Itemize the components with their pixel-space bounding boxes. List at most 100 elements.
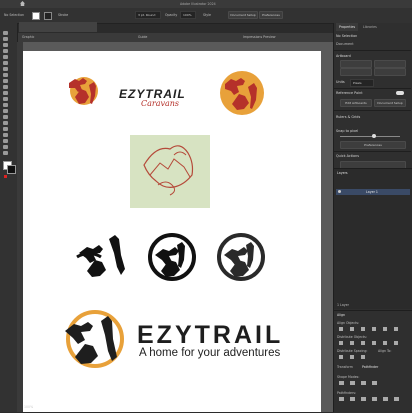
align-to-label: Align To: <box>378 349 392 353</box>
scale-tool-icon[interactable] <box>3 97 8 101</box>
sketch-image[interactable] <box>130 135 210 208</box>
document-label: Document <box>336 42 354 46</box>
fill-swatch[interactable] <box>32 12 40 20</box>
ruler-tab-guides[interactable]: Guide <box>138 35 147 39</box>
snap-label: Snap to pixel <box>336 129 359 133</box>
units-select[interactable]: Pixels <box>350 79 374 87</box>
hand-tool-icon[interactable] <box>3 145 8 149</box>
blend-tool-icon[interactable] <box>3 133 8 137</box>
zoom-tool-icon[interactable] <box>3 151 8 155</box>
align-panel: Align Align Objects: Distribute Objects:… <box>334 310 412 413</box>
opacity-field[interactable]: 100% <box>180 11 196 19</box>
layers-panel: Layers Layer 1 1 Layer <box>334 168 412 309</box>
document-setup-button[interactable]: Document Setup <box>228 11 258 19</box>
document-tab[interactable]: EzytrailRough1.ai* @ 100% (CMYK/Preview) <box>19 22 97 38</box>
emblem-birds-black[interactable] <box>75 233 135 281</box>
artboard-btn-1[interactable] <box>340 60 372 68</box>
rotate-tool-icon[interactable] <box>3 91 8 95</box>
preferences-button[interactable]: Preferences <box>259 11 283 19</box>
logo-caravans-script: Caravans <box>141 99 180 108</box>
emblem-circle-dark[interactable] <box>214 231 268 283</box>
quick-actions-label: Quick Actions <box>336 154 360 158</box>
app-title: Adobe Illustrator 2024 <box>180 2 216 6</box>
layer-name: Layer 1 <box>366 190 378 194</box>
artboard-btn-2[interactable] <box>374 60 406 68</box>
selection-label: No Selection <box>4 13 25 17</box>
transform-tab[interactable]: Transform <box>337 365 353 369</box>
eraser-tool-icon[interactable] <box>3 85 8 89</box>
pencil-tool-icon[interactable] <box>3 79 8 83</box>
pathfinder-tab[interactable]: Pathfinder <box>362 365 378 369</box>
paintbrush-tool-icon[interactable] <box>3 73 8 77</box>
align-icons-row-1[interactable] <box>339 327 405 331</box>
direct-selection-tool-icon[interactable] <box>3 37 8 41</box>
red-swatch-icon[interactable] <box>4 175 7 178</box>
menu-bar: Adobe Illustrator 2024 <box>0 0 412 8</box>
tools-panel <box>0 23 18 412</box>
edit-artboards-button[interactable]: Edit Artboards <box>340 99 372 107</box>
artboard-tool-icon[interactable] <box>3 139 8 143</box>
panel-divider <box>334 110 411 111</box>
stroke-label: Stroke <box>58 13 69 17</box>
logo-main-emblem[interactable] <box>59 309 131 369</box>
logo-main-brand: EZYTRAIL <box>137 321 284 349</box>
horizontal-ruler: Graphic Guide Impressions Preview <box>18 33 333 42</box>
artboard[interactable]: EZYTRAIL Caravans EZYTRAIL A home for yo… <box>23 51 321 412</box>
pen-tool-icon[interactable] <box>3 43 8 47</box>
artboard-label: Artboard <box>336 54 351 58</box>
layers-title: Layers <box>337 171 348 175</box>
line-tool-icon[interactable] <box>3 61 8 65</box>
shape-builder-tool-icon[interactable] <box>3 115 8 119</box>
shape-modes-label: Shape Modes: <box>337 375 360 379</box>
preferences-side-button[interactable]: Preferences <box>340 141 406 149</box>
zoom-level[interactable]: 100% <box>24 405 33 409</box>
no-selection-label: No Selection <box>336 34 358 38</box>
width-tool-icon[interactable] <box>3 103 8 107</box>
artboard-btn-3[interactable] <box>340 68 372 76</box>
type-tool-icon[interactable] <box>3 55 8 59</box>
style-label: Style <box>203 13 212 17</box>
logo-caravans-emblem[interactable] <box>65 69 101 109</box>
align-icons-row-3[interactable] <box>339 355 369 359</box>
align-objects-label: Align Objects: <box>337 321 360 325</box>
align-icons-row-2[interactable] <box>339 341 405 345</box>
ruler-tab-graphic[interactable]: Graphic <box>22 35 34 39</box>
doc-setup-side-button[interactable]: Document Setup <box>374 99 406 107</box>
slider-handle[interactable] <box>372 134 376 138</box>
opacity-label: Opacity <box>165 13 178 17</box>
tab-libraries[interactable]: Libraries <box>360 23 380 31</box>
emblem-circle-black[interactable] <box>145 231 199 283</box>
eye-icon[interactable] <box>338 190 341 193</box>
distribute-spacing-label: Distribute Spacing: <box>337 349 368 353</box>
pathfinder-icons[interactable] <box>339 397 405 401</box>
eyedropper-tool-icon[interactable] <box>3 127 8 131</box>
pathfinders-label: Pathfinders: <box>337 391 357 395</box>
units-label: Units <box>336 80 345 84</box>
stroke-color-icon[interactable] <box>7 165 16 174</box>
stroke-swatch[interactable] <box>44 12 52 20</box>
shape-mode-icons[interactable] <box>339 381 383 385</box>
brush-select[interactable]: 3 pt. Round <box>135 11 161 19</box>
panel-divider <box>334 88 411 89</box>
artboard-btn-4[interactable] <box>374 68 406 76</box>
curvature-tool-icon[interactable] <box>3 49 8 53</box>
rectangle-tool-icon[interactable] <box>3 67 8 71</box>
align-title: Align <box>337 313 345 317</box>
reference-point-label: Reference Point <box>336 91 363 95</box>
selection-tool-icon[interactable] <box>3 31 8 35</box>
panel-divider <box>334 50 411 51</box>
panel-divider <box>334 151 411 152</box>
free-transform-tool-icon[interactable] <box>3 109 8 113</box>
layer-row[interactable]: Layer 1 <box>336 189 410 195</box>
toggle-switch[interactable] <box>396 91 404 95</box>
grid-label: Rulers & Grids <box>336 115 361 119</box>
slider-track[interactable] <box>340 136 400 137</box>
gradient-tool-icon[interactable] <box>3 121 8 125</box>
tab-properties[interactable]: Properties <box>336 23 359 31</box>
home-icon[interactable] <box>20 1 25 6</box>
logo-main-tagline: A home for your adventures <box>139 347 281 359</box>
layers-footer: 1 Layer <box>337 303 349 307</box>
ruler-tab-preview[interactable]: Impressions Preview <box>243 35 276 39</box>
logo-orange-circle[interactable] <box>219 70 265 116</box>
distribute-objects-label: Distribute Objects: <box>337 335 367 339</box>
